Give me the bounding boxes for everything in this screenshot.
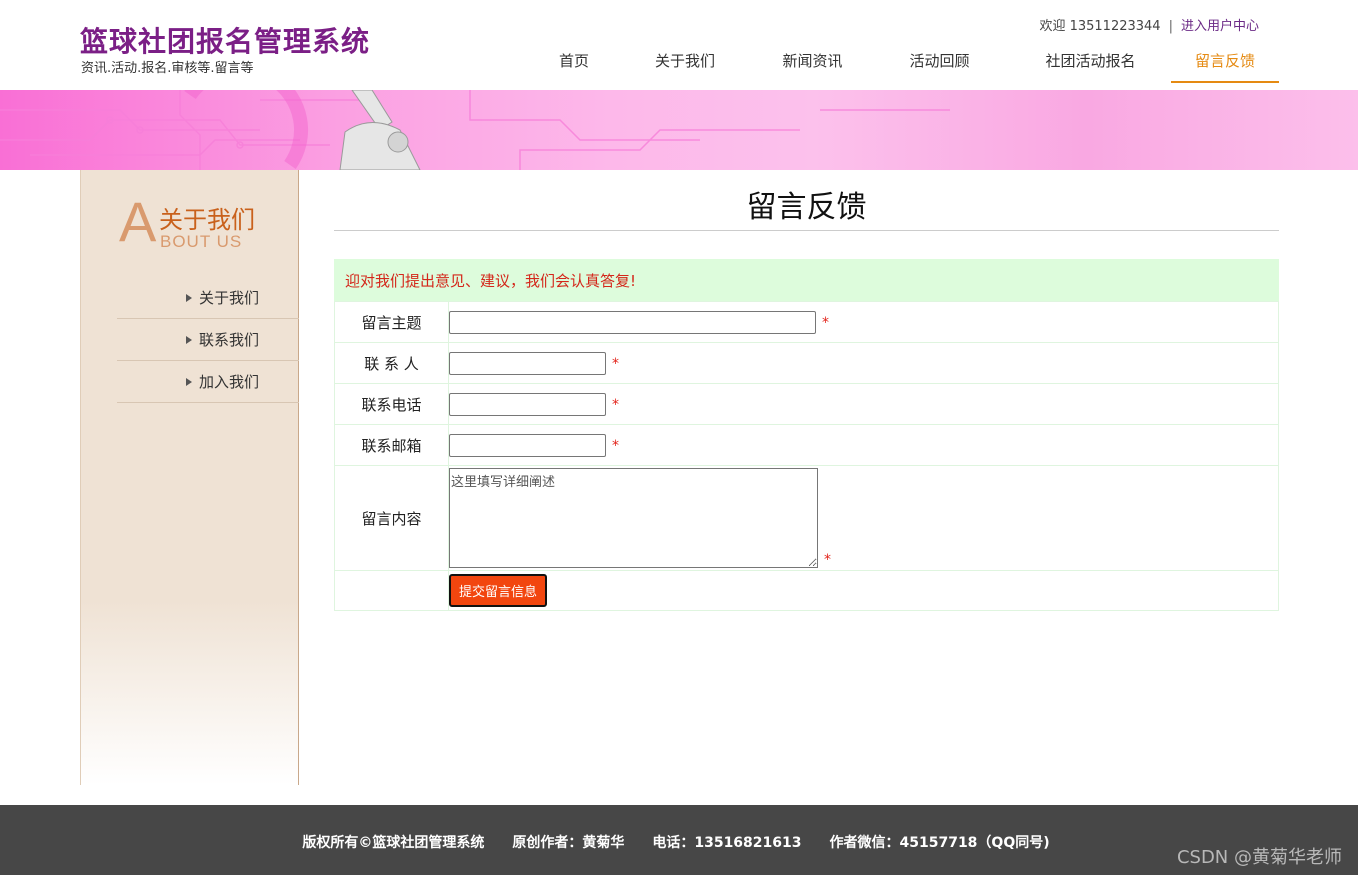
form-row-content: 留言内容 这里填写详细阐述 *	[334, 465, 1279, 571]
phone-label: 联系电话	[334, 383, 449, 425]
email-label: 联系邮箱	[334, 424, 449, 466]
sidebar-heading-letter: A	[119, 190, 157, 253]
site-subtitle: 资讯.活动.报名.审核等.留言等	[81, 61, 254, 76]
sidebar-heading: A 关于我们 BOUT US	[119, 194, 289, 258]
content-textarea[interactable]: 这里填写详细阐述	[449, 468, 818, 568]
contact-input[interactable]	[449, 351, 606, 375]
sidebar-title: 关于我们	[159, 206, 255, 234]
subject-label: 留言主题	[334, 301, 449, 343]
chevron-right-icon	[185, 294, 192, 302]
header-banner	[0, 90, 1358, 170]
main-nav: 首页 关于我们 新闻资讯 活动回顾 社团活动报名 留言反馈	[534, 40, 1279, 83]
main-content: 留言反馈 迎对我们提出意见、建议，我们会认真答复! 留言主题 * 联 系 人 *…	[334, 170, 1279, 611]
contact-label: 联 系 人	[334, 342, 449, 384]
sidebar-item-label: 联系我们	[198, 331, 259, 349]
phone-input[interactable]	[449, 392, 606, 416]
submit-row-spacer	[334, 570, 449, 611]
sidebar-item-contact[interactable]: 联系我们	[117, 319, 299, 361]
banner-graphic	[0, 90, 950, 170]
sidebar-item-join[interactable]: 加入我们	[117, 361, 299, 403]
form-row-email: 联系邮箱 *	[334, 424, 1279, 466]
required-mark: *	[824, 552, 831, 568]
form-row-contact: 联 系 人 *	[334, 342, 1279, 384]
site-header: 篮球社团报名管理系统 资讯.活动.报名.审核等.留言等 欢迎 135112233…	[0, 0, 1358, 90]
sidebar-item-about[interactable]: 关于我们	[117, 277, 299, 319]
welcome-text: 欢迎 13511223344	[1039, 19, 1161, 34]
form-row-submit: 提交留言信息	[334, 570, 1279, 611]
form-row-phone: 联系电话 *	[334, 383, 1279, 425]
watermark-text: CSDN @黄菊华老师	[1176, 847, 1342, 868]
required-mark: *	[612, 396, 619, 413]
required-mark: *	[612, 437, 619, 454]
nav-item-signup[interactable]: 社团活动报名	[1010, 40, 1171, 83]
site-footer: 版权所有©篮球社团管理系统 原创作者：黄菊华 电话：13516821613 作者…	[0, 805, 1358, 875]
footer-copyright: 版权所有©篮球社团管理系统 原创作者：黄菊华 电话：13516821613 作者…	[302, 835, 1050, 851]
sidebar-menu: 关于我们 联系我们 加入我们	[117, 277, 299, 403]
sidebar-subtitle: BOUT US	[160, 232, 243, 251]
notice-banner: 迎对我们提出意见、建议，我们会认真答复!	[334, 259, 1279, 301]
subject-input[interactable]	[449, 310, 816, 334]
top-links-separator: |	[1168, 19, 1173, 34]
email-input[interactable]	[449, 433, 606, 457]
chevron-right-icon	[185, 336, 192, 344]
site-title[interactable]: 篮球社团报名管理系统	[80, 20, 370, 60]
feedback-form: 留言主题 * 联 系 人 * 联系电话 * 联系邮箱 * 留言内容 这里填写详细…	[334, 301, 1279, 611]
nav-item-news[interactable]: 新闻资讯	[756, 40, 869, 83]
top-links: 欢迎 13511223344 | 进入用户中心	[1039, 15, 1259, 34]
sidebar: A 关于我们 BOUT US 关于我们 联系我们 加入我们	[80, 170, 299, 785]
nav-item-review[interactable]: 活动回顾	[869, 40, 1010, 83]
required-mark: *	[822, 314, 829, 331]
sidebar-item-label: 关于我们	[198, 289, 259, 307]
sidebar-item-label: 加入我们	[198, 373, 259, 391]
submit-button[interactable]: 提交留言信息	[449, 574, 547, 607]
user-center-link[interactable]: 进入用户中心	[1181, 19, 1259, 34]
page-title: 留言反馈	[334, 170, 1279, 231]
content-label: 留言内容	[334, 465, 449, 571]
chevron-right-icon	[185, 378, 192, 386]
required-mark: *	[612, 355, 619, 372]
nav-item-home[interactable]: 首页	[534, 40, 614, 83]
nav-item-feedback[interactable]: 留言反馈	[1171, 40, 1279, 83]
nav-item-about[interactable]: 关于我们	[614, 40, 756, 83]
form-row-subject: 留言主题 *	[334, 301, 1279, 343]
